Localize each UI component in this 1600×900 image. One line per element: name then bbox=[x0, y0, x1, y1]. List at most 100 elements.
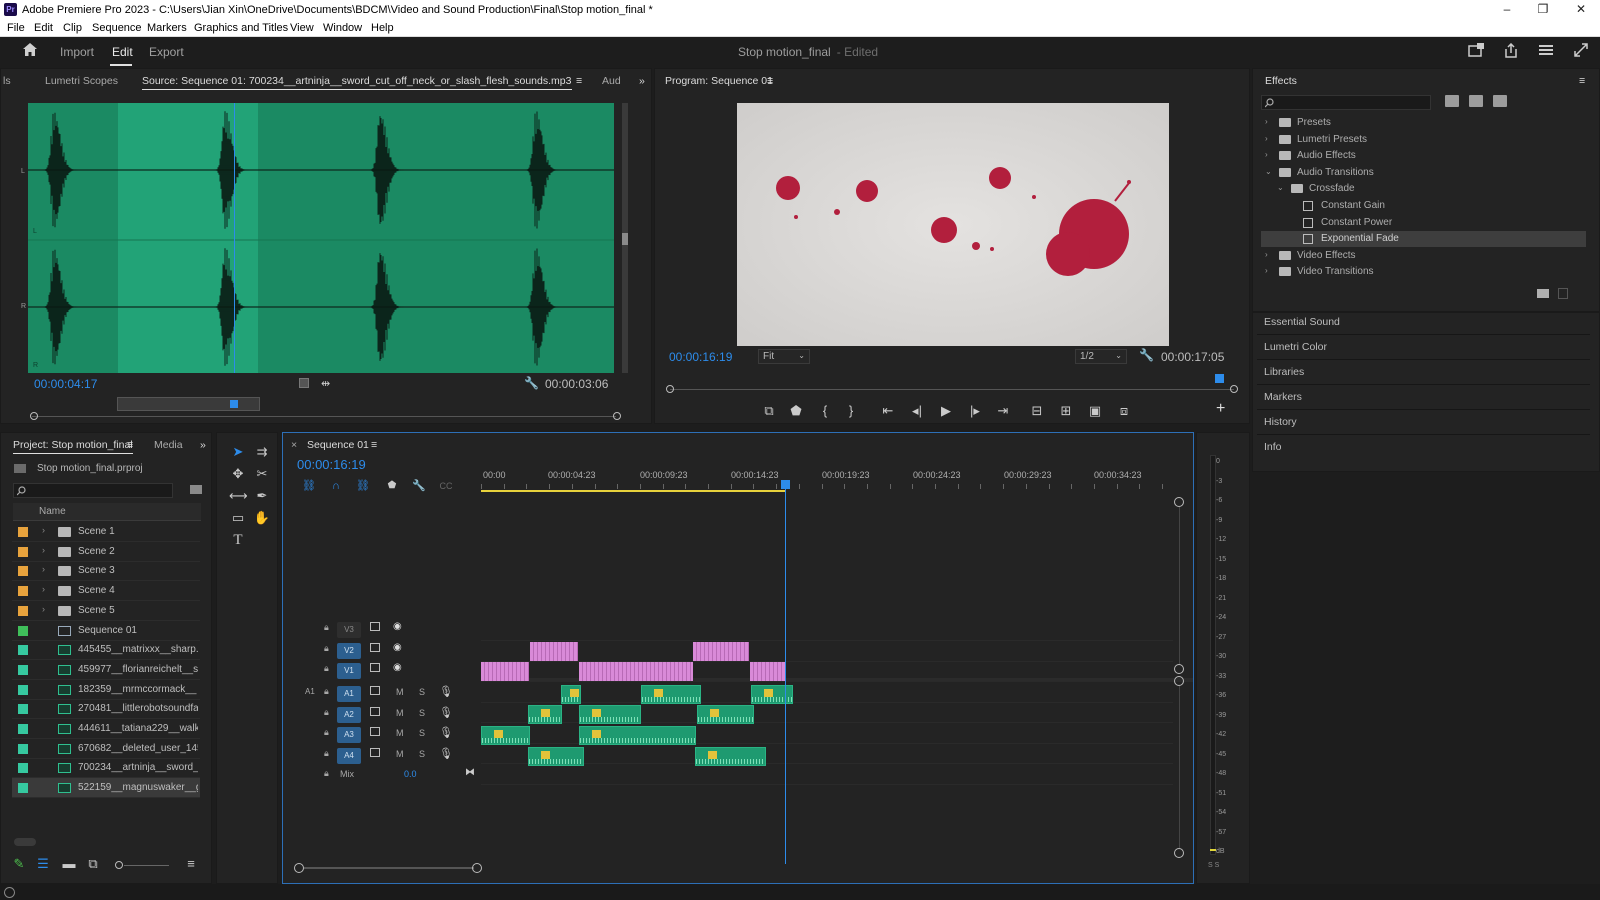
project-item-row[interactable]: › Scene 5 bbox=[12, 601, 200, 621]
effects-search-input[interactable] bbox=[1261, 95, 1431, 110]
mute-track-button[interactable]: M bbox=[396, 687, 404, 697]
mute-track-button[interactable]: M bbox=[396, 708, 404, 718]
program-video-frame[interactable] bbox=[737, 103, 1169, 346]
icon-view-icon[interactable]: ▬ bbox=[60, 855, 78, 873]
timeline-hscroll-end[interactable] bbox=[472, 863, 482, 873]
label-color-chip[interactable] bbox=[18, 664, 28, 675]
comparison-view-icon[interactable]: ⧈ bbox=[1115, 402, 1133, 420]
audio-clip[interactable] bbox=[641, 685, 701, 704]
menu-sequence[interactable]: Sequence bbox=[92, 22, 142, 34]
track-lock-icon[interactable]: 🔒︎ bbox=[324, 663, 329, 674]
project-item-row[interactable]: 182359__mrmccormack__ bbox=[12, 680, 200, 700]
program-playhead-marker[interactable] bbox=[1215, 374, 1224, 383]
close-sequence-icon[interactable]: × bbox=[291, 439, 297, 451]
chevron-right-icon[interactable]: › bbox=[42, 564, 45, 574]
label-color-chip[interactable] bbox=[18, 724, 28, 734]
track-lock-icon[interactable]: 🔒︎ bbox=[324, 707, 329, 718]
menu-markers[interactable]: Markers bbox=[147, 22, 187, 34]
project-item-row[interactable]: 445455__matrixxx__sharp. bbox=[12, 640, 200, 661]
share-icon[interactable] bbox=[1502, 42, 1520, 59]
workspaces-menu-icon[interactable] bbox=[1537, 43, 1555, 59]
source-insert-overwrite-icon[interactable]: ⇹ bbox=[321, 377, 330, 390]
track-target-toggle[interactable]: A1 bbox=[337, 686, 361, 702]
program-panel-menu-icon[interactable]: ≡ bbox=[767, 75, 773, 87]
audio-vscroll-top[interactable] bbox=[1174, 676, 1184, 686]
voice-over-record-icon[interactable]: 🎙︎ bbox=[439, 706, 453, 719]
sort-icons-icon[interactable]: ≡ bbox=[182, 855, 200, 873]
project-hscrollbar[interactable] bbox=[14, 838, 36, 846]
audio-clip[interactable] bbox=[528, 747, 584, 766]
quick-export-icon[interactable] bbox=[1467, 43, 1485, 59]
chevron-right-icon[interactable]: › bbox=[42, 604, 45, 614]
extract-icon[interactable]: ⊞ bbox=[1057, 402, 1075, 420]
libraries-panel[interactable]: Libraries bbox=[1264, 366, 1304, 378]
label-color-chip[interactable] bbox=[18, 763, 28, 774]
toggle-sync-lock-icon[interactable] bbox=[370, 622, 380, 631]
project-item-row[interactable]: 444611__tatiana229__walk bbox=[12, 719, 200, 739]
solo-track-button[interactable]: S bbox=[419, 687, 425, 697]
effects-tree-item[interactable]: Constant Power bbox=[1261, 215, 1586, 231]
label-color-chip[interactable] bbox=[18, 586, 28, 597]
toggle-sync-lock-icon[interactable] bbox=[370, 748, 380, 757]
video-clip[interactable] bbox=[481, 662, 529, 681]
linked-selection-icon[interactable]: ⛓ bbox=[354, 477, 372, 495]
mix-volume-value[interactable]: 0.0 bbox=[404, 769, 417, 779]
project-item-row[interactable]: 270481__littlerobotsoundfa bbox=[12, 699, 200, 720]
snap-magnet-icon[interactable]: ∩ bbox=[327, 477, 345, 495]
menu-file[interactable]: File bbox=[7, 22, 25, 34]
tab-sequence-01[interactable]: Sequence 01 bbox=[307, 439, 369, 451]
effects-panel-menu-icon[interactable]: ≡ bbox=[1579, 75, 1585, 87]
label-color-chip[interactable] bbox=[18, 605, 28, 616]
export-frame-camera-icon[interactable]: ▣ bbox=[1086, 402, 1104, 420]
play-icon[interactable]: ▶ bbox=[937, 402, 955, 420]
mute-track-button[interactable]: M bbox=[396, 728, 404, 738]
source-mini-playhead[interactable] bbox=[230, 400, 238, 408]
step-back-icon[interactable]: ◂| bbox=[908, 402, 926, 420]
insert-nest-icon[interactable]: ⛓ bbox=[300, 477, 318, 495]
source-zoom-handle[interactable] bbox=[622, 233, 628, 245]
pen-tool-icon[interactable]: ✒ bbox=[253, 487, 271, 505]
selection-tool-icon[interactable]: ➤ bbox=[229, 443, 247, 461]
tab-program[interactable]: Program: Sequence 01 bbox=[665, 75, 773, 87]
audio-clip[interactable] bbox=[481, 726, 530, 745]
label-color-chip[interactable] bbox=[18, 684, 28, 695]
tab-source[interactable]: Source: Sequence 01: 700234__artninja__s… bbox=[142, 75, 572, 90]
track-select-tool-icon[interactable]: ⇉ bbox=[253, 443, 271, 461]
yuv-effects-icon[interactable] bbox=[1493, 95, 1507, 107]
toggle-sync-lock-icon[interactable] bbox=[370, 686, 380, 695]
ripple-edit-tool-icon[interactable]: ✥ bbox=[229, 465, 247, 483]
project-item-row[interactable]: › Scene 4 bbox=[12, 581, 200, 602]
project-item-row[interactable]: › Scene 3 bbox=[12, 561, 200, 582]
essential-sound-panel[interactable]: Essential Sound bbox=[1264, 316, 1340, 328]
chevron-icon[interactable]: › bbox=[1265, 134, 1268, 143]
tab-ls[interactable]: ls bbox=[3, 75, 11, 87]
audio-clip[interactable] bbox=[695, 747, 766, 766]
rectangle-tool-icon[interactable]: ▭ bbox=[229, 509, 247, 527]
track-lock-icon[interactable]: 🔒︎ bbox=[324, 727, 329, 738]
audio-clip[interactable] bbox=[579, 705, 641, 724]
effects-tree-item[interactable]: › Lumetri Presets bbox=[1261, 132, 1586, 148]
menu-edit[interactable]: Edit bbox=[34, 22, 53, 34]
label-color-chip[interactable] bbox=[18, 527, 28, 537]
slip-tool-icon[interactable]: ⟷ bbox=[229, 487, 248, 505]
close-window-button[interactable]: ✕ bbox=[1566, 2, 1596, 16]
delete-custom-item-icon[interactable] bbox=[1558, 288, 1568, 299]
project-item-row[interactable]: 700234__artninja__sword_c bbox=[12, 758, 200, 779]
solo-track-button[interactable]: S bbox=[419, 749, 425, 759]
lumetri-color-panel[interactable]: Lumetri Color bbox=[1264, 341, 1327, 353]
razor-tool-icon[interactable]: ✂ bbox=[253, 465, 271, 483]
project-item-row[interactable]: Sequence 01 bbox=[12, 621, 200, 641]
timeline-tracks-area[interactable] bbox=[481, 492, 1173, 880]
eye-visibility-icon[interactable]: ◉ bbox=[393, 621, 402, 632]
audio-vscroll-bottom[interactable] bbox=[1174, 848, 1184, 858]
chevron-right-icon[interactable]: › bbox=[42, 584, 45, 594]
accelerated-effects-icon[interactable] bbox=[1445, 95, 1459, 107]
lift-clip-icon[interactable]: ⊟ bbox=[1028, 402, 1046, 420]
video-vscroll-bottom[interactable] bbox=[1174, 664, 1184, 674]
track-target-toggle[interactable]: V1 bbox=[337, 663, 361, 679]
source-settings-wrench-icon[interactable]: 🔧 bbox=[524, 376, 539, 390]
video-clip[interactable] bbox=[693, 642, 749, 661]
label-color-chip[interactable] bbox=[18, 566, 28, 577]
audio-clip[interactable] bbox=[561, 685, 581, 704]
voice-over-record-icon[interactable]: 🎙︎ bbox=[439, 685, 453, 698]
